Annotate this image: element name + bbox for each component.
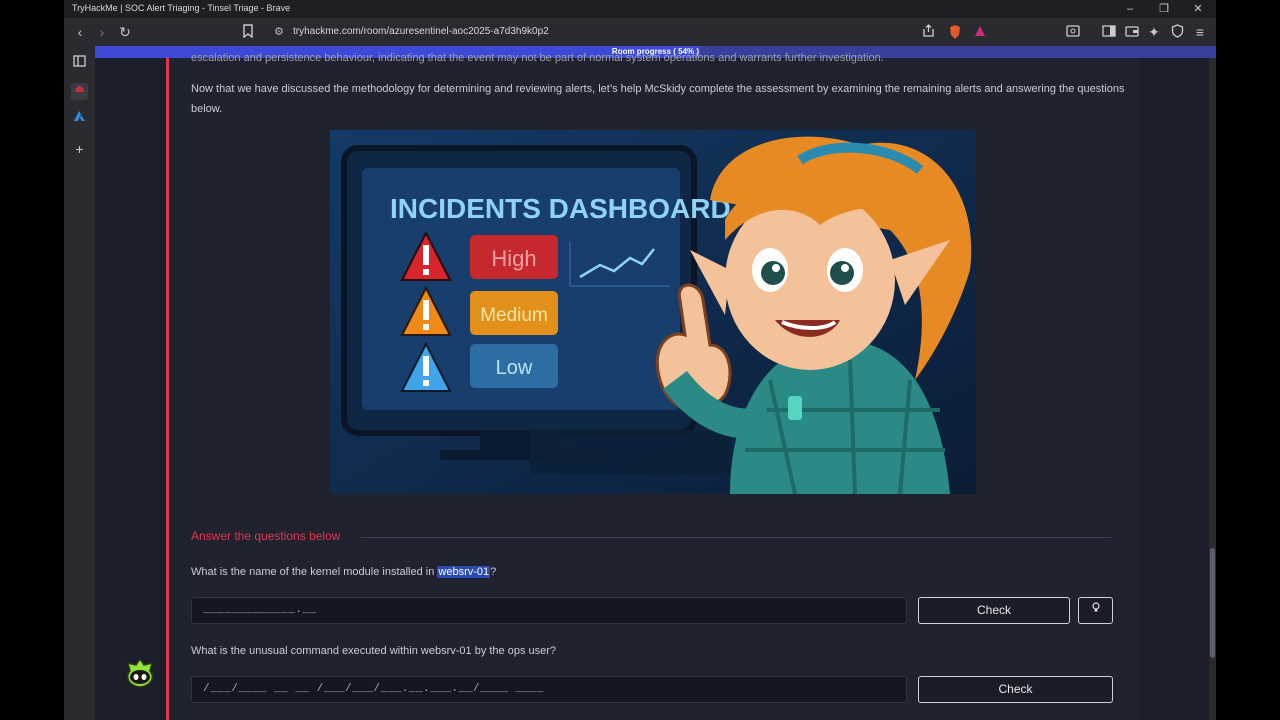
question-1-suffix: ? xyxy=(490,566,497,578)
intro-paragraph: Now that we have discussed the methodolo… xyxy=(191,83,1125,115)
tryhackme-assistant-avatar[interactable] xyxy=(122,655,158,691)
level-high: High xyxy=(491,246,536,271)
title-bar: TryHackMe | SOC Alert Triaging - Tinsel … xyxy=(64,0,1216,18)
share-icon[interactable] xyxy=(920,24,936,40)
address-bar[interactable]: ⚙ tryhackme.com/room/azuresentinel-aoc20… xyxy=(266,22,946,42)
question-2-check-button[interactable]: Check xyxy=(918,676,1113,703)
level-medium: Medium xyxy=(480,305,548,326)
brave-rewards-icon[interactable] xyxy=(972,24,988,40)
back-icon[interactable]: ‹ xyxy=(72,24,88,40)
azure-icon[interactable] xyxy=(71,110,88,127)
tryhackme-tab-icon[interactable] xyxy=(71,83,88,100)
answer-section-divider xyxy=(361,537,1111,538)
partial-paragraph: escalation and persistence behaviour, in… xyxy=(191,52,884,64)
page-scrollbar[interactable] xyxy=(1209,58,1216,720)
url-text: tryhackme.com/room/azuresentinel-aoc2025… xyxy=(293,26,549,37)
menu-icon[interactable]: ≡ xyxy=(1192,24,1208,40)
dashboard-heading: INCIDENTS DASHBOARD xyxy=(390,193,731,224)
site-settings-icon[interactable]: ⚙ xyxy=(274,25,284,38)
window-title: TryHackMe | SOC Alert Triaging - Tinsel … xyxy=(72,3,291,13)
question-1-check-button[interactable]: Check xyxy=(918,597,1070,624)
minimize-button[interactable]: – xyxy=(1120,2,1140,16)
leo-ai-icon[interactable]: ✦ xyxy=(1146,24,1162,40)
browser-side-panel: + xyxy=(64,46,95,720)
browser-toolbar: ‹ › ↻ ⚙ tryhackme.com/room/azuresentinel… xyxy=(64,18,1216,46)
add-panel-icon[interactable]: + xyxy=(71,141,88,158)
task-content: escalation and persistence behaviour, in… xyxy=(169,52,1139,720)
level-low: Low xyxy=(496,357,533,379)
brave-shields-icon[interactable] xyxy=(947,24,963,40)
bookmark-icon[interactable] xyxy=(240,24,256,40)
incidents-dashboard-illustration: INCIDENTS DASHBOARD High Medium Low xyxy=(330,130,976,494)
question-1-text: What is the name of the kernel module in… xyxy=(191,566,496,578)
question-2-text: What is the unusual command executed wit… xyxy=(191,645,557,657)
forward-icon[interactable]: › xyxy=(94,24,110,40)
question-1-hint-button[interactable] xyxy=(1078,597,1113,624)
scrollbar-thumb[interactable] xyxy=(1210,548,1215,658)
restore-button[interactable]: ❐ xyxy=(1154,2,1174,16)
question-2-answer-input[interactable]: /___/____ __ __ /___/___/___.__.___.__/_… xyxy=(191,676,907,703)
question-1-answer-input[interactable]: _____________.__ xyxy=(191,597,907,624)
sidebar-panel-icon[interactable] xyxy=(71,55,88,72)
screenshot-icon[interactable] xyxy=(1065,24,1081,40)
vpn-icon[interactable] xyxy=(1169,24,1185,40)
browser-window: TryHackMe | SOC Alert Triaging - Tinsel … xyxy=(64,0,1216,720)
answer-section-header: Answer the questions below xyxy=(191,529,341,543)
question-1-prefix: What is the name of the kernel module in… xyxy=(191,566,438,578)
reload-icon[interactable]: ↻ xyxy=(117,24,133,40)
question-1-highlight: websrv-01 xyxy=(437,566,491,578)
hint-bulb-icon xyxy=(1091,602,1100,612)
sidebar-toggle-icon[interactable] xyxy=(1101,24,1117,40)
room-page: escalation and persistence behaviour, in… xyxy=(95,52,1209,720)
wallet-icon[interactable] xyxy=(1124,24,1140,40)
close-window-button[interactable]: ✕ xyxy=(1188,2,1208,16)
